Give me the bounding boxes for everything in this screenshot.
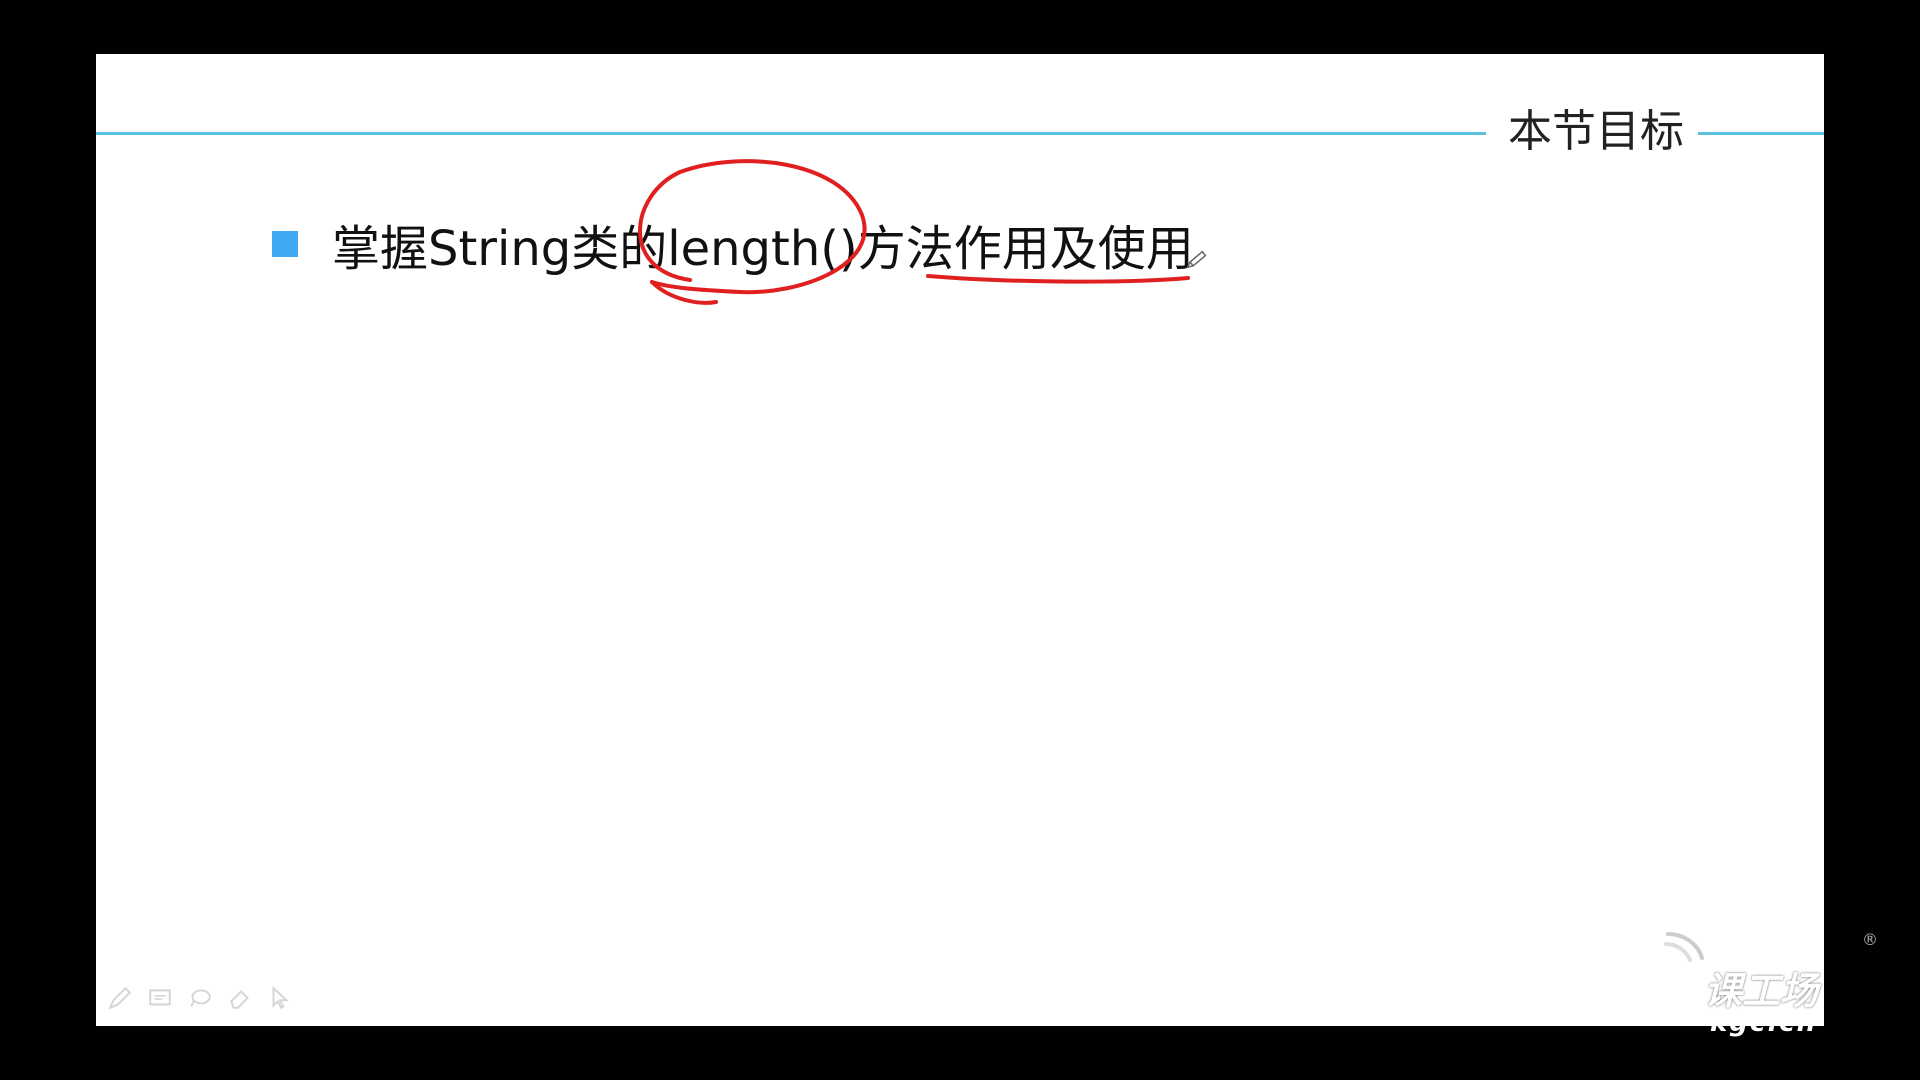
lasso-icon[interactable] — [186, 984, 214, 1012]
logo-name: 课工场 — [1704, 969, 1819, 1013]
logo-domain: kgc.cn — [1710, 1008, 1818, 1038]
title-divider-right — [1698, 132, 1824, 135]
bullet-item: 掌握String类的length()方法作用及使用 — [272, 204, 1194, 284]
bullet-marker — [272, 231, 298, 257]
section-title: 本节目标 — [1508, 106, 1684, 157]
bullet-text: 掌握String类的length()方法作用及使用 — [332, 221, 1194, 277]
pointer-icon[interactable] — [266, 984, 294, 1012]
logo-mark-icon — [1631, 932, 1704, 1026]
eraser-icon[interactable] — [226, 984, 254, 1012]
video-frame: 本节目标 掌握String类的length()方法作用及使用 课工场 kgc.c… — [0, 0, 1920, 1080]
screen-icon[interactable] — [146, 984, 174, 1012]
brand-logo: 课工场 kgc.cn ® — [1614, 930, 1884, 1050]
pen-icon[interactable] — [106, 984, 134, 1012]
title-divider-left — [96, 132, 1486, 135]
registered-mark: ® — [1862, 930, 1878, 949]
presentation-slide: 本节目标 掌握String类的length()方法作用及使用 — [96, 54, 1824, 1026]
annotation-toolbar — [106, 984, 294, 1012]
